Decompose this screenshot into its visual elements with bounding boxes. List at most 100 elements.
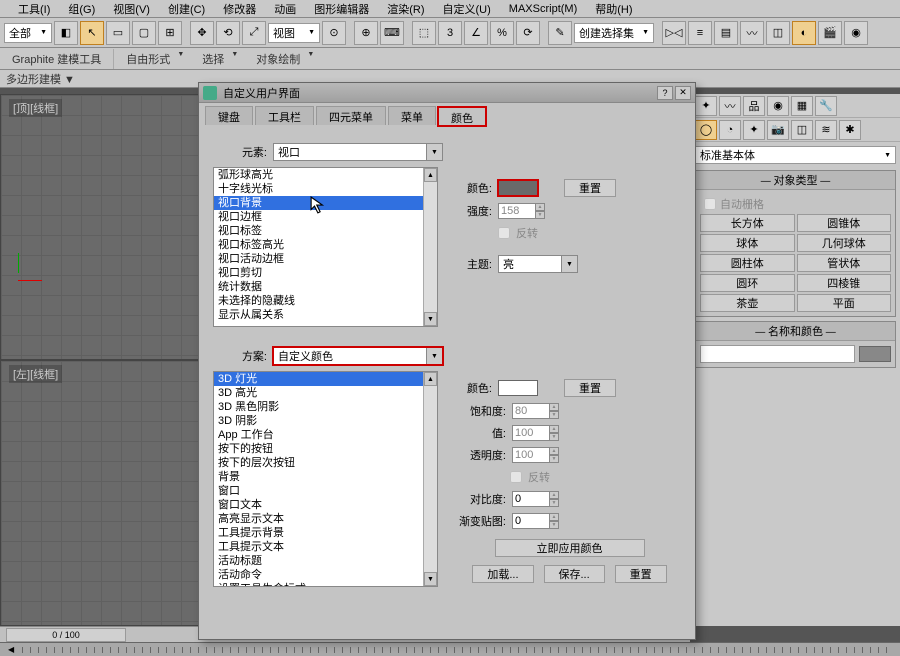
intensity-spinner[interactable]: 158▲▼ <box>498 203 536 219</box>
select-by-name-button[interactable]: ▭ <box>106 21 130 45</box>
list-item[interactable]: 按下的层次按钮 <box>214 456 437 470</box>
list-item[interactable]: 活动命令 <box>214 568 437 582</box>
theme-combo[interactable]: 亮▼ <box>498 255 578 273</box>
list-item[interactable]: 十字线光标 <box>214 182 437 196</box>
reset-all-button[interactable]: 重置 <box>615 565 667 583</box>
list-item[interactable]: 统计数据 <box>214 280 437 294</box>
list-item[interactable]: 工具提示背景 <box>214 526 437 540</box>
create-subcategory-dropdown[interactable]: 标准基本体 <box>695 146 896 164</box>
list-item[interactable]: 设置工具生命标式 <box>214 582 437 587</box>
viewport-top-label[interactable]: [顶][线框] <box>9 99 62 117</box>
geometry-icon[interactable]: ◯ <box>695 120 717 140</box>
hierarchy-panel-icon[interactable]: 品 <box>743 96 765 116</box>
layer-manager-button[interactable]: ▤ <box>714 21 738 45</box>
list-item[interactable]: 视口边框 <box>214 210 437 224</box>
reset-color-button-1[interactable]: 重置 <box>564 179 616 197</box>
apply-colors-now-button[interactable]: 立即应用颜色 <box>495 539 645 557</box>
element-combo[interactable]: 视口▼ <box>273 143 443 161</box>
list-item[interactable]: 视口标签高光 <box>214 238 437 252</box>
menu-group[interactable]: 组(G) <box>60 1 103 17</box>
plane-button[interactable]: 平面 <box>797 294 892 312</box>
list-item[interactable]: 工具提示文本 <box>214 540 437 554</box>
list-item[interactable]: 活动标题 <box>214 554 437 568</box>
scrollbar[interactable]: ▲ ▼ <box>423 372 437 586</box>
scheme-items-listbox[interactable]: 3D 灯光3D 高光3D 黑色阴影3D 阴影App 工作台按下的按钮按下的层次按… <box>213 371 438 587</box>
list-item[interactable]: 3D 阴影 <box>214 414 437 428</box>
list-item[interactable]: 3D 高光 <box>214 386 437 400</box>
menu-tools[interactable]: 工具(I) <box>10 1 58 17</box>
teapot-button[interactable]: 茶壶 <box>700 294 795 312</box>
menu-view[interactable]: 视图(V) <box>105 1 158 17</box>
helpers-icon[interactable]: ◫ <box>791 120 813 140</box>
load-colors-button[interactable]: 加载... <box>472 565 533 583</box>
dialog-help-button[interactable]: ? <box>657 86 673 100</box>
shapes-icon[interactable]: ◔ <box>719 120 741 140</box>
list-item[interactable]: 视口背景 <box>214 196 437 210</box>
save-colors-button[interactable]: 保存... <box>544 565 605 583</box>
list-item[interactable]: 背景 <box>214 470 437 484</box>
menu-customize[interactable]: 自定义(U) <box>435 1 499 17</box>
lights-icon[interactable]: ✦ <box>743 120 765 140</box>
move-button[interactable]: ✥ <box>190 21 214 45</box>
spacewarps-icon[interactable]: ≋ <box>815 120 837 140</box>
scroll-down-icon[interactable]: ▼ <box>424 312 437 326</box>
list-item[interactable]: 视口剪切 <box>214 266 437 280</box>
name-color-header[interactable]: — 名称和颜色 — <box>696 322 895 341</box>
rotate-button[interactable]: ⟲ <box>216 21 240 45</box>
geosphere-button[interactable]: 几何球体 <box>797 234 892 252</box>
object-paint-tab[interactable]: 对象绘制 <box>244 49 320 69</box>
schematic-view-button[interactable]: ◫ <box>766 21 790 45</box>
render-frame-button[interactable]: ◉ <box>844 21 868 45</box>
tab-toolbars[interactable]: 工具栏 <box>255 106 314 125</box>
spinner-snap-button[interactable]: ⟳ <box>516 21 540 45</box>
color-swatch-2[interactable] <box>498 380 538 396</box>
list-item[interactable]: App 工作台 <box>214 428 437 442</box>
time-slider[interactable]: 0 / 100 <box>6 628 126 642</box>
object-color-swatch[interactable] <box>859 346 891 362</box>
list-item[interactable]: 3D 黑色阴影 <box>214 400 437 414</box>
scrollbar[interactable]: ▲ ▼ <box>423 168 437 326</box>
menu-create[interactable]: 创建(C) <box>160 1 213 17</box>
menu-help[interactable]: 帮助(H) <box>587 1 640 17</box>
selection-tab[interactable]: 选择 <box>190 49 244 69</box>
percent-snap-button[interactable]: % <box>490 21 514 45</box>
menu-maxscript[interactable]: MAXScript(M) <box>501 3 585 15</box>
systems-icon[interactable]: ✱ <box>839 120 861 140</box>
utilities-panel-icon[interactable]: 🔧 <box>815 96 837 116</box>
list-item[interactable]: 高亮显示文本 <box>214 512 437 526</box>
curve-editor-button[interactable]: 〰 <box>740 21 764 45</box>
selection-filter-dropdown[interactable]: 全部▼ <box>4 23 52 43</box>
list-item[interactable]: 显示从属关系 <box>214 308 437 322</box>
menu-render[interactable]: 渲染(R) <box>379 1 432 17</box>
ref-coord-dropdown[interactable]: 视图▼ <box>268 23 320 43</box>
list-item[interactable]: 未选择的隐藏线 <box>214 294 437 308</box>
window-crossing-button[interactable]: ⊞ <box>158 21 182 45</box>
list-item[interactable]: 按下的按钮 <box>214 442 437 456</box>
gradient-spinner[interactable]: 0▲▼ <box>512 513 550 529</box>
box-button[interactable]: 长方体 <box>700 214 795 232</box>
select-manipulate-button[interactable]: ⊕ <box>354 21 378 45</box>
object-name-input[interactable] <box>700 345 855 363</box>
scheme-combo[interactable]: 自定义颜色▼ <box>273 347 443 365</box>
snap-2d-button[interactable]: ⬚ <box>412 21 436 45</box>
element-items-listbox[interactable]: 弧形球高光十字线光标视口背景视口边框视口标签视口标签高光视口活动边框视口剪切统计… <box>213 167 438 327</box>
mirror-button[interactable]: ▷◁ <box>662 21 686 45</box>
named-selection-dropdown[interactable]: 创建选择集▼ <box>574 23 654 43</box>
freeform-tab[interactable]: 自由形式 <box>114 49 190 69</box>
dialog-close-button[interactable]: ✕ <box>675 86 691 100</box>
named-sel-edit-button[interactable]: ✎ <box>548 21 572 45</box>
cone-button[interactable]: 圆锥体 <box>797 214 892 232</box>
pyramid-button[interactable]: 四棱锥 <box>797 274 892 292</box>
menu-graph-editors[interactable]: 图形编辑器 <box>306 1 377 17</box>
align-button[interactable]: ≡ <box>688 21 712 45</box>
list-item[interactable]: 3D 灯光 <box>214 372 437 386</box>
list-item[interactable]: 视口标签 <box>214 224 437 238</box>
menu-animation[interactable]: 动画 <box>266 1 304 17</box>
material-editor-button[interactable]: ◐ <box>792 21 816 45</box>
torus-button[interactable]: 圆环 <box>700 274 795 292</box>
menu-modifiers[interactable]: 修改器 <box>215 1 264 17</box>
object-type-header[interactable]: — 对象类型 — <box>696 171 895 190</box>
scroll-up-icon[interactable]: ▲ <box>424 372 437 386</box>
motion-panel-icon[interactable]: ◉ <box>767 96 789 116</box>
track-bar[interactable]: ◀ <box>0 642 900 656</box>
